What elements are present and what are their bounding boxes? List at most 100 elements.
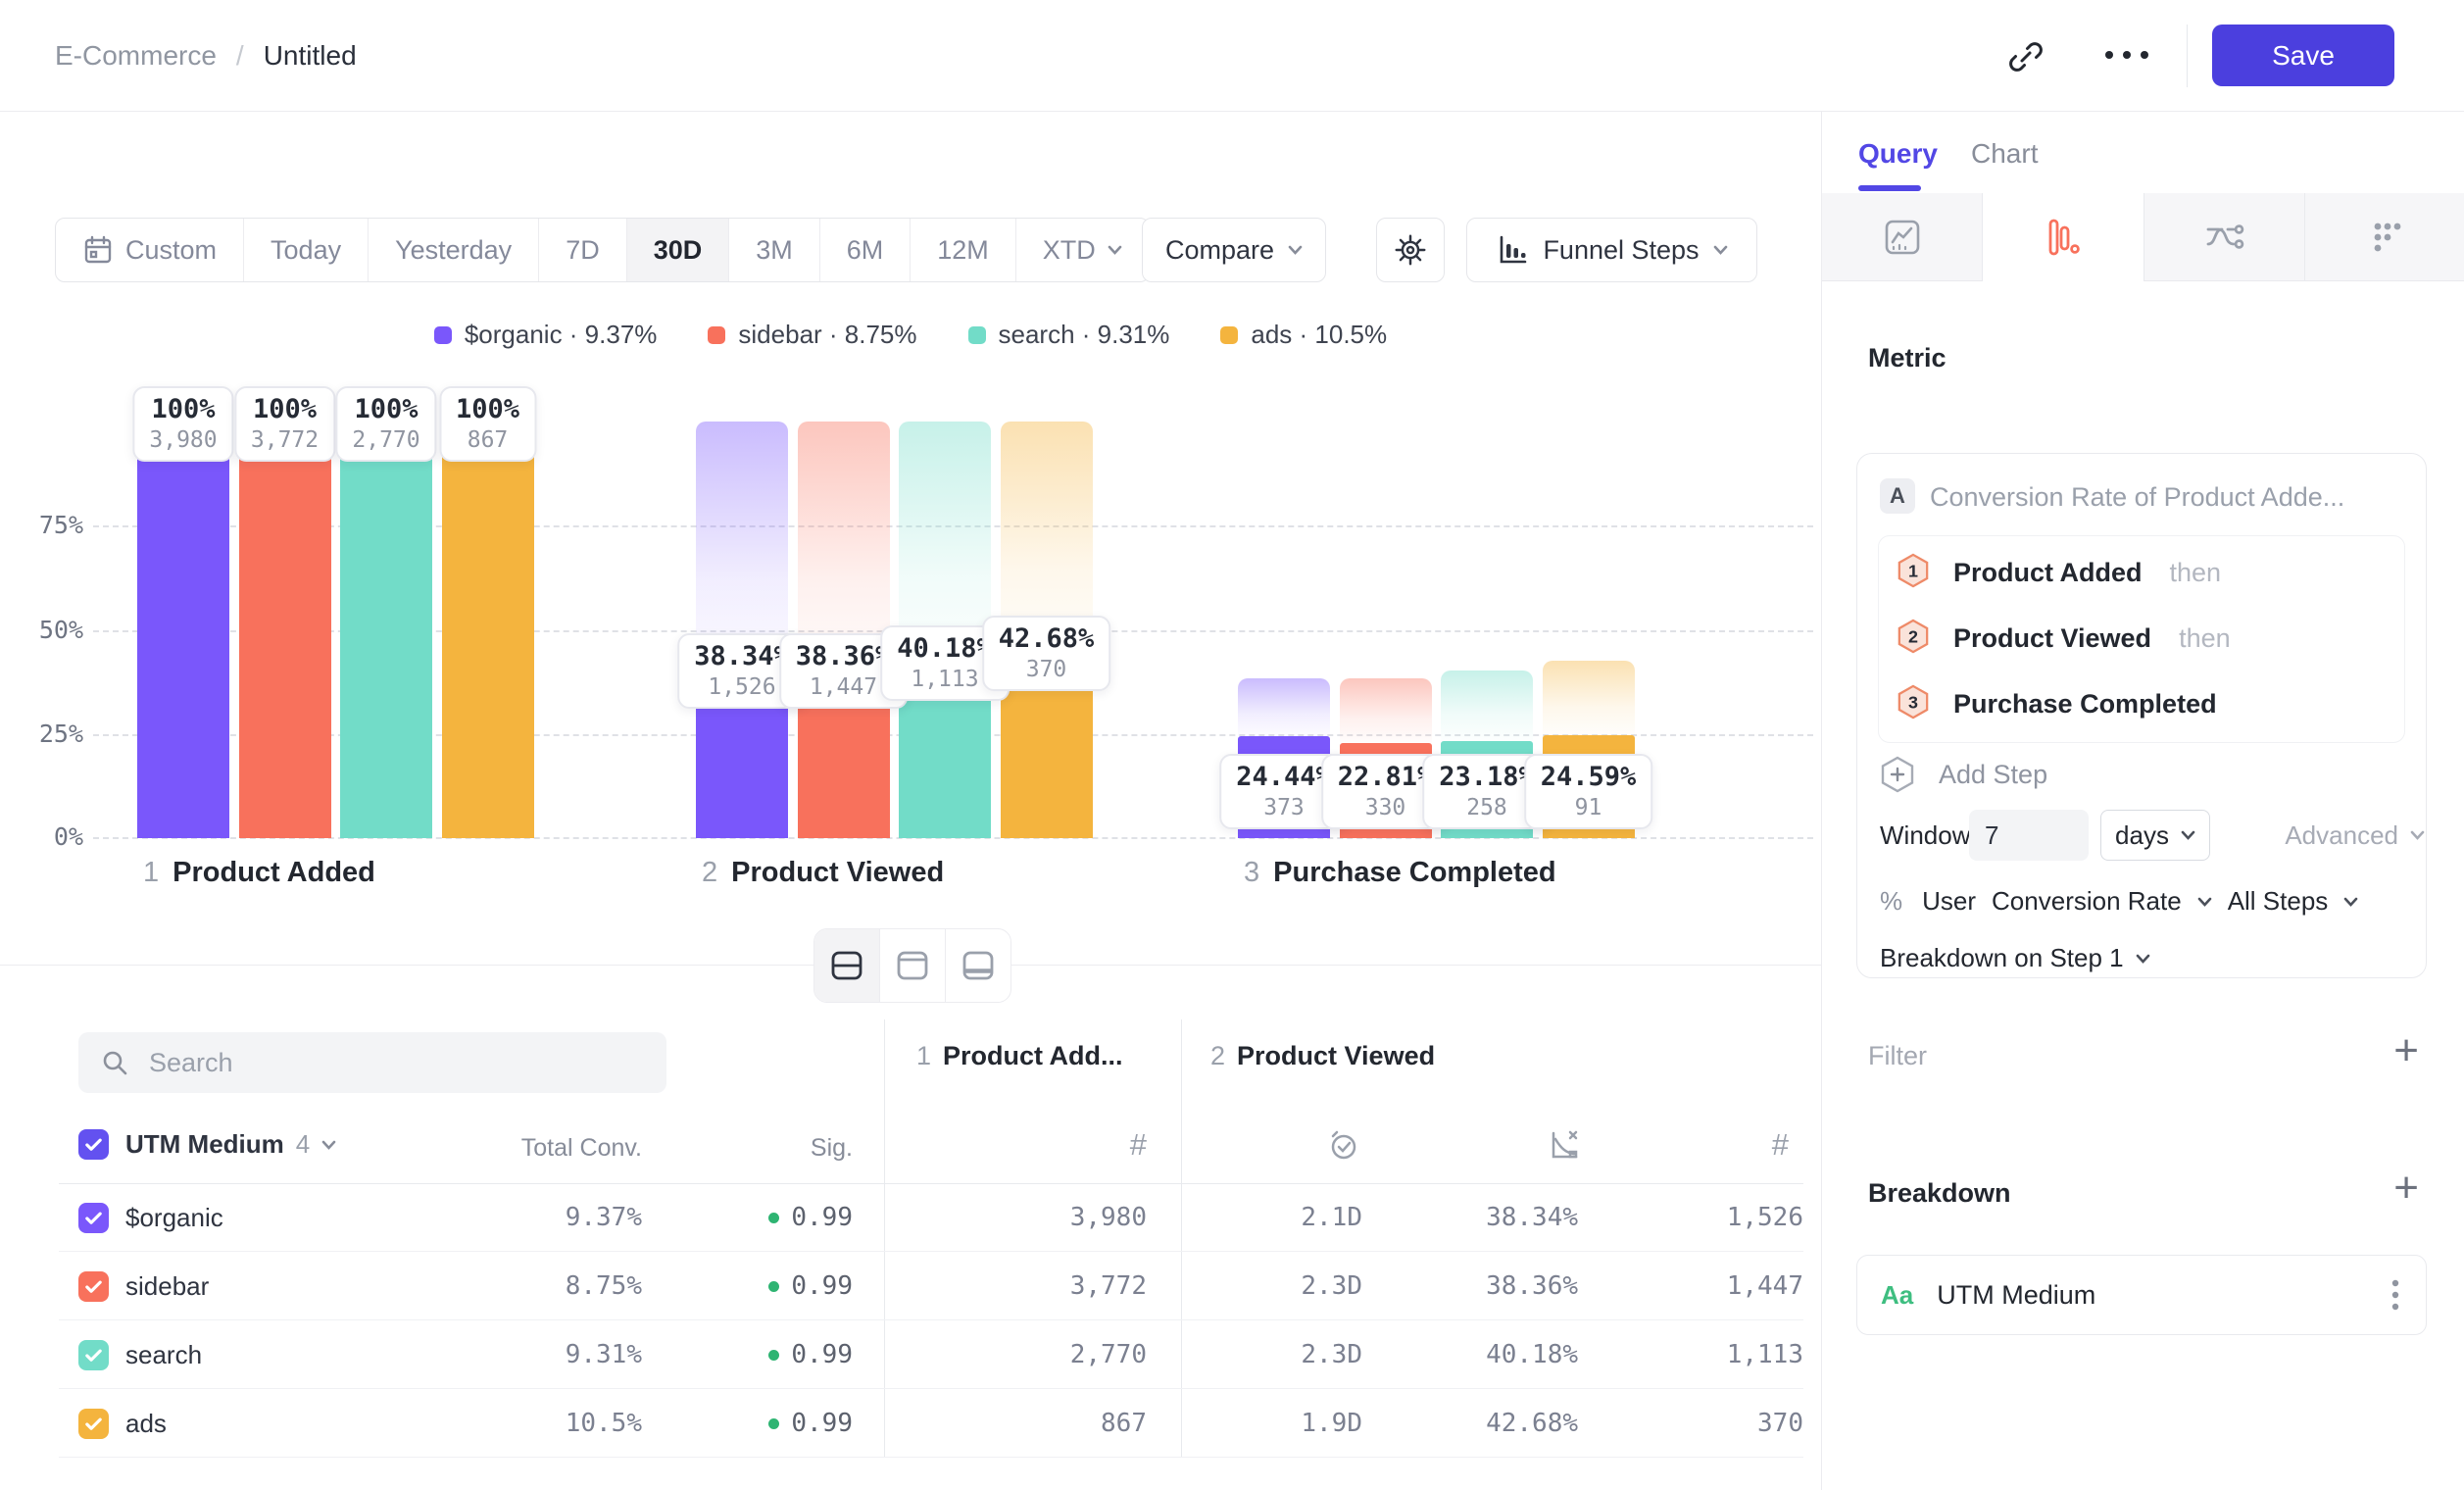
breadcrumb-workspace[interactable]: E-Commerce [55,40,217,72]
window-value-input[interactable] [1969,810,2089,861]
kebab-menu-icon[interactable] [2390,1277,2400,1313]
metric-section-title: Metric [1868,343,1947,373]
metric-step[interactable]: 1Product Addedthen [1879,540,2404,606]
range-xtd[interactable]: XTD [1016,219,1149,281]
row-name: ads [125,1389,167,1458]
breadcrumb: E-Commerce / Untitled [55,0,357,112]
range-12m[interactable]: 12M [911,219,1016,281]
row-checkbox[interactable] [78,1409,109,1439]
save-button[interactable]: Save [2212,25,2394,86]
total-conv-header[interactable]: Total Conv. [431,1134,642,1163]
add-filter-button[interactable]: + [2393,1029,2419,1072]
legend-label: sidebar · 8.75% [738,320,916,350]
conversion-column-icon[interactable] [1547,1127,1582,1167]
share-link-icon[interactable] [2007,38,2045,75]
legend-item-ads[interactable]: ads · 10.5% [1220,320,1387,350]
breakdown-item[interactable]: Aa UTM Medium [1856,1255,2427,1335]
active-tab-underline [1858,185,1921,191]
metric-step[interactable]: 2Product Viewedthen [1879,606,2404,671]
funnel-bar[interactable] [340,422,432,838]
legend-item-organic[interactable]: $organic · 9.37% [434,320,658,350]
advanced-toggle[interactable]: Advanced [2285,810,2425,861]
sig-header[interactable]: Sig. [696,1134,853,1163]
range-6m[interactable]: 6M [820,219,912,281]
metric-name[interactable]: Conversion Rate of Product Adde... [1930,482,2344,513]
window-unit-select[interactable]: days [2100,810,2210,861]
row-checkbox[interactable] [78,1340,109,1370]
count2-column-icon[interactable]: # [1681,1127,1789,1163]
table-row[interactable]: ads10.5%0.998671.9D42.68%370 [59,1389,1803,1458]
select-all-checkbox[interactable] [78,1129,109,1160]
chart-only-view-button[interactable] [880,929,946,1002]
row-total-conv: 10.5% [431,1389,642,1458]
chart-settings-button[interactable] [1376,218,1445,282]
range-label: 6M [847,235,884,266]
metric-step-name: Purchase Completed [1953,689,2217,720]
split-view-button[interactable] [814,929,880,1002]
funnel-bar[interactable] [239,422,331,838]
range-today[interactable]: Today [244,219,369,281]
breadcrumb-title[interactable]: Untitled [264,40,357,72]
significance-value: 0.99 [791,1389,853,1458]
funnel-bar-ghost [1543,661,1635,736]
measure-entity[interactable]: User [1922,886,1976,917]
bar-pct: 24.59% [1541,761,1637,794]
add-step-button[interactable]: Add Step [1880,755,2047,794]
flow-chart-tab[interactable] [2144,193,2305,281]
line-chart-tab[interactable] [1822,193,1983,281]
metric-step[interactable]: 3 Purchase Completed [1879,671,2404,737]
bar-pct: 38.34% [694,640,790,673]
step-name: Product Added [172,857,375,888]
range-custom[interactable]: Custom [56,219,244,281]
count-column-icon[interactable]: # [1039,1127,1147,1163]
filter-section-title: Filter [1868,1041,1927,1071]
add-breakdown-button[interactable]: + [2393,1167,2419,1210]
row-checkbox[interactable] [78,1203,109,1233]
breakdown-on-label: Breakdown on Step 1 [1880,943,2124,973]
more-options-icon[interactable] [2101,48,2152,62]
range-30d[interactable]: 30D [627,219,730,281]
significance-dot [768,1213,779,1223]
window-unit-label: days [2115,820,2169,851]
table-only-view-button[interactable] [946,929,1010,1002]
bar-value-label: 100%867 [439,386,536,462]
funnel-chart-tab[interactable] [1983,193,2144,281]
breakdown-column-header[interactable]: UTM Medium 4 [125,1129,336,1160]
range-yesterday[interactable]: Yesterday [369,219,539,281]
search-input[interactable] [147,1047,621,1079]
retention-grid-tab[interactable] [2305,193,2464,281]
metric-step-suffix: then [2170,558,2222,588]
chart-type-button[interactable]: Funnel Steps [1466,218,1757,282]
compare-button[interactable]: Compare [1142,218,1326,282]
chevron-down-icon [2181,830,2195,840]
significance-value: 0.99 [791,1252,853,1320]
y-axis-label: 25% [25,719,83,750]
bar-pct: 40.18% [897,632,993,666]
row-checkbox[interactable] [78,1271,109,1302]
range-3m[interactable]: 3M [729,219,820,281]
funnel-bar[interactable] [442,422,534,838]
measure-metric[interactable]: Conversion Rate [1992,886,2182,917]
measure-scope[interactable]: All Steps [2228,886,2329,917]
breakdown-on-step-select[interactable]: Breakdown on Step 1 [1880,943,2150,973]
row-significance: 0.99 [696,1252,853,1320]
chevron-down-icon [2343,897,2358,907]
chart-only-view-icon [895,948,930,983]
legend-label: search · 9.31% [999,320,1170,350]
bar-value-label: 24.59%91 [1524,754,1653,829]
step-hexagon-badge: 3 [1897,683,1930,725]
legend-item-search[interactable]: search · 9.31% [968,320,1170,350]
funnel-bar[interactable] [137,422,229,838]
bar-value-label: 100%2,770 [335,386,436,462]
table-row[interactable]: $organic9.37%0.993,9802.1D38.34%1,526 [59,1183,1803,1252]
tab-query[interactable]: Query [1858,138,1938,170]
funnel-bar-ghost [1340,678,1432,743]
bar-count: 867 [456,426,519,455]
tab-chart[interactable]: Chart [1971,138,2038,170]
table-row[interactable]: search9.31%0.992,7702.3D40.18%1,113 [59,1320,1803,1389]
range-7d[interactable]: 7D [539,219,627,281]
legend-swatch [968,326,986,344]
legend-item-sidebar[interactable]: sidebar · 8.75% [708,320,916,350]
table-row[interactable]: sidebar8.75%0.993,7722.3D38.36%1,447 [59,1252,1803,1320]
time-to-convert-column-icon[interactable] [1325,1127,1360,1167]
